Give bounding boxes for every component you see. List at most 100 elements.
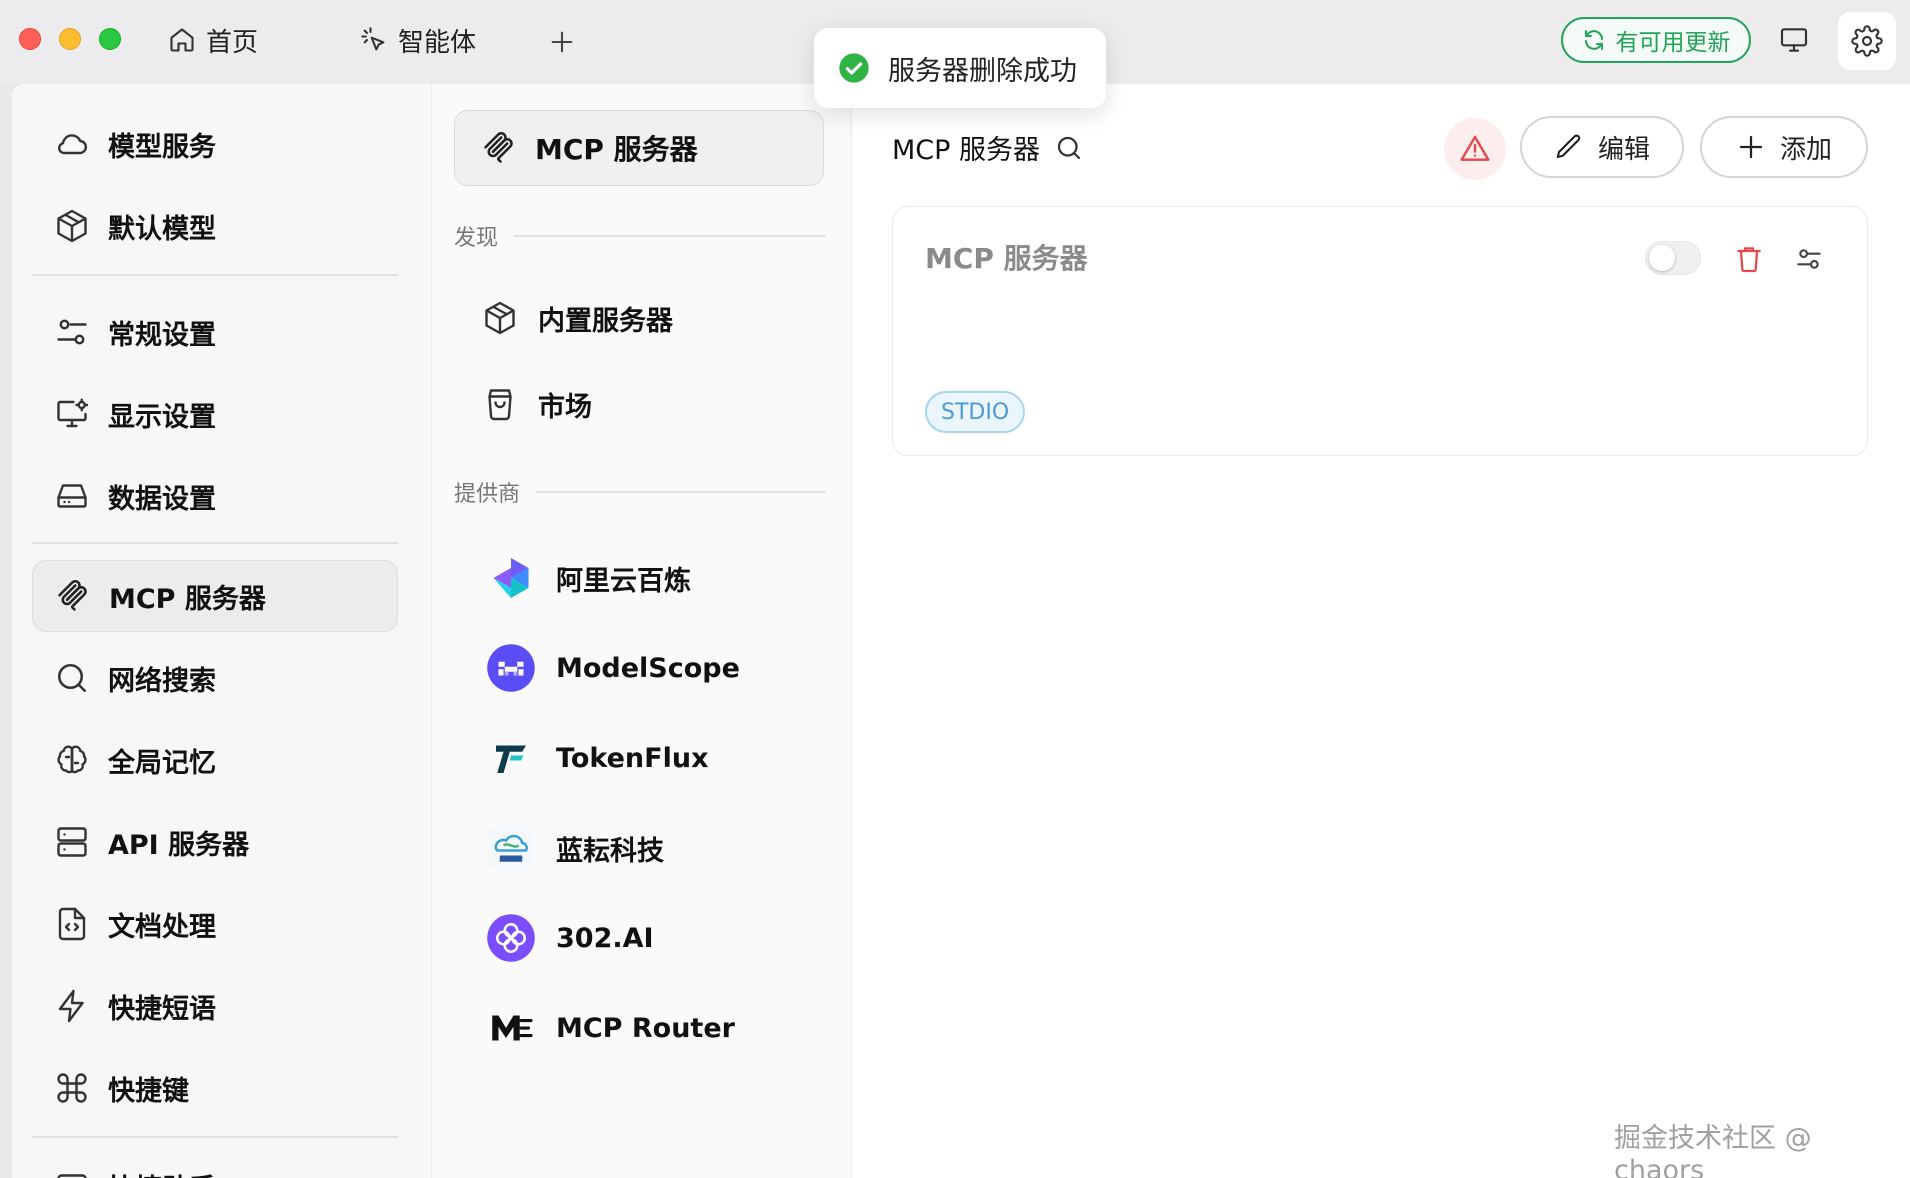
tab-home[interactable]: 首页 xyxy=(168,20,258,60)
sidebar-item-quick-assistant[interactable]: 快捷助手 xyxy=(32,1150,398,1178)
server-enable-toggle[interactable] xyxy=(1645,241,1701,275)
check-circle-icon xyxy=(839,53,869,83)
section-divider xyxy=(536,491,826,493)
302ai-logo-icon xyxy=(486,913,536,963)
provider-item-modelscope[interactable]: ModelScope xyxy=(486,638,740,698)
sidebar-divider xyxy=(32,274,398,276)
add-button-label: 添加 xyxy=(1779,134,1832,165)
update-available-button[interactable]: 有可用更新 xyxy=(1561,17,1751,63)
providers-heading: 提供商 xyxy=(454,482,521,507)
sidebar-item-label: 网络搜索 xyxy=(108,665,216,697)
provider-label: 蓝耘科技 xyxy=(556,835,664,867)
sidebar-item-quick-phrases[interactable]: 快捷短语 xyxy=(32,970,398,1042)
sidebar-item-label: 常规设置 xyxy=(108,319,216,351)
sidebar-item-document-processing[interactable]: 文档处理 xyxy=(32,888,398,960)
nav-item-marketplace[interactable]: 市场 xyxy=(482,374,592,434)
close-window-button[interactable] xyxy=(19,28,41,50)
edit-button[interactable]: 编辑 xyxy=(1520,116,1684,178)
home-icon xyxy=(170,28,194,52)
success-toast: 服务器删除成功 xyxy=(814,28,1106,108)
server-icon xyxy=(57,827,87,857)
edit-button-label: 编辑 xyxy=(1597,134,1650,165)
page-title: MCP 服务器 xyxy=(892,128,1084,167)
sidebar-item-model-service[interactable]: 模型服务 xyxy=(32,108,398,180)
sidebar-item-label: API 服务器 xyxy=(108,829,250,861)
sidebar-item-global-memory[interactable]: 全局记忆 xyxy=(32,724,398,796)
monitor-icon xyxy=(1780,28,1808,52)
sidebar-item-web-search[interactable]: 网络搜索 xyxy=(32,642,398,714)
provider-label: 阿里云百炼 xyxy=(556,565,691,597)
shopping-bag-icon xyxy=(488,389,512,421)
minimize-window-button[interactable] xyxy=(59,28,81,50)
plus-icon xyxy=(1739,135,1763,159)
discover-section-heading: 发现 xyxy=(454,220,826,252)
provider-label: ModelScope xyxy=(556,652,740,684)
sidebar-item-label: 快捷助手 xyxy=(108,1167,216,1178)
provider-item-lanyun[interactable]: 蓝耘科技 xyxy=(486,818,664,878)
mcp-servers-nav-button[interactable]: MCP 服务器 xyxy=(454,110,824,186)
nav-item-builtin-servers[interactable]: 内置服务器 xyxy=(482,288,673,348)
sidebar-item-mcp-servers[interactable]: MCP 服务器 xyxy=(32,560,398,632)
trash-icon[interactable] xyxy=(1733,243,1765,275)
sidebar-item-shortcuts[interactable]: 快捷键 xyxy=(32,1052,398,1124)
sidebar-item-general[interactable]: 常规设置 xyxy=(32,296,398,368)
sparkle-cursor-icon xyxy=(361,27,385,51)
monitor-settings-icon xyxy=(57,398,89,428)
app-window: 模型服务 默认模型 常规设置 显示设置 数据设置 MCP 服务器 网络搜索 全局… xyxy=(12,84,1910,1178)
cube-icon xyxy=(57,209,87,243)
settings-button[interactable] xyxy=(1838,12,1896,70)
new-tab-button[interactable] xyxy=(548,22,576,62)
mcp-icon xyxy=(58,580,87,611)
mcp-servers-main: MCP 服务器 编辑 添加 MCP 服务器 STDIO xyxy=(852,84,1910,1178)
warning-button[interactable] xyxy=(1444,118,1506,180)
sliders-icon[interactable] xyxy=(1793,243,1825,275)
gear-icon xyxy=(1851,25,1883,57)
add-server-button[interactable]: 添加 xyxy=(1700,116,1868,178)
display-mode-button[interactable] xyxy=(1774,20,1814,60)
server-type-badge: STDIO xyxy=(925,391,1026,433)
sidebar-item-data[interactable]: 数据设置 xyxy=(32,460,398,532)
provider-item-302ai[interactable]: 302.AI xyxy=(486,908,654,968)
search-icon xyxy=(57,663,87,693)
provider-item-tokenflux[interactable]: TokenFlux xyxy=(486,728,708,788)
mcp-nav-panel: MCP 服务器 发现 内置服务器 市场 提供商 阿里云百炼 ModelScope… xyxy=(432,84,852,1178)
refresh-icon xyxy=(1584,30,1603,50)
discover-heading: 发现 xyxy=(454,226,499,251)
server-card[interactable]: MCP 服务器 STDIO xyxy=(892,206,1868,456)
provider-item-bailian[interactable]: 阿里云百炼 xyxy=(486,548,691,608)
tab-agents[interactable]: 智能体 xyxy=(360,20,476,60)
modelscope-logo-icon xyxy=(486,643,536,693)
provider-label: MCP Router xyxy=(556,1012,735,1044)
alert-triangle-icon xyxy=(1460,135,1490,161)
sidebar-item-label: MCP 服务器 xyxy=(109,583,266,615)
mcp-router-logo-icon xyxy=(486,1003,536,1053)
lanyun-logo-icon xyxy=(486,823,536,873)
hard-drive-icon xyxy=(57,484,87,508)
bailian-logo-icon xyxy=(486,553,536,603)
nav-item-label: 内置服务器 xyxy=(538,305,673,337)
search-icon[interactable] xyxy=(1054,133,1084,163)
mcp-servers-nav-label: MCP 服务器 xyxy=(535,133,698,166)
provider-label: 302.AI xyxy=(556,922,654,954)
sidebar-item-label: 快捷短语 xyxy=(108,993,216,1025)
sidebar-item-default-model[interactable]: 默认模型 xyxy=(32,190,398,262)
provider-item-mcp-router[interactable]: MCP Router xyxy=(486,998,735,1058)
sidebar-item-label: 默认模型 xyxy=(108,213,216,245)
settings-sidebar: 模型服务 默认模型 常规设置 显示设置 数据设置 MCP 服务器 网络搜索 全局… xyxy=(12,84,432,1178)
sidebar-item-api-server[interactable]: API 服务器 xyxy=(32,806,398,878)
provider-label: TokenFlux xyxy=(556,742,709,774)
command-icon xyxy=(57,1073,87,1103)
file-code-icon xyxy=(58,907,86,941)
tokenflux-logo-icon xyxy=(486,733,536,783)
sidebar-divider xyxy=(32,542,398,544)
nav-item-label: 市场 xyxy=(538,391,592,423)
section-divider xyxy=(514,235,826,237)
sidebar-item-label: 快捷键 xyxy=(108,1075,189,1107)
sidebar-item-display[interactable]: 显示设置 xyxy=(32,378,398,450)
toast-message: 服务器删除成功 xyxy=(888,55,1077,87)
toggle-knob xyxy=(1649,245,1675,271)
maximize-window-button[interactable] xyxy=(99,28,121,50)
sidebar-item-label: 数据设置 xyxy=(108,483,216,515)
watermark: 掘金技术社区 @ chaors xyxy=(1614,1123,1812,1178)
assistant-icon xyxy=(57,1174,87,1178)
